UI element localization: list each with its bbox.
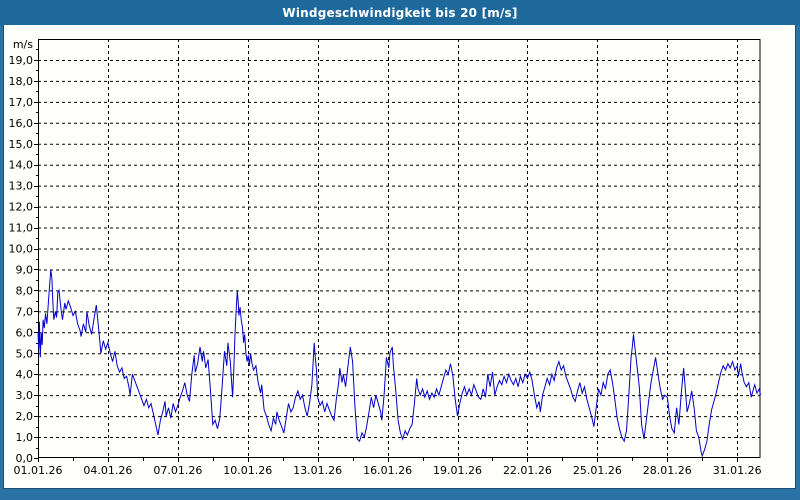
- x-tick-label: 22.01.26: [503, 464, 552, 477]
- y-tick-label: 7,0: [16, 305, 34, 318]
- y-tick-label: 15,0: [9, 138, 34, 151]
- y-tick-label: 4,0: [16, 368, 34, 381]
- wind-speed-series-line: [37, 269, 761, 458]
- y-tick-label: 5,0: [16, 347, 34, 360]
- x-tick-label: 28.01.26: [643, 464, 692, 477]
- y-tick-label: 17,0: [9, 96, 34, 109]
- y-axis-unit-label: m/s: [13, 38, 33, 51]
- y-tick-label: 3,0: [16, 389, 34, 402]
- y-tick-label: 2,0: [16, 410, 34, 423]
- y-tick-label: 18,0: [9, 75, 34, 88]
- x-tick-label: 04.01.26: [83, 464, 132, 477]
- x-tick-label: 16.01.26: [363, 464, 412, 477]
- axis-ticks: [34, 49, 738, 462]
- axis-labels: 0,01,02,03,04,05,06,07,08,09,010,011,012…: [9, 38, 762, 477]
- y-tick-label: 1,0: [16, 431, 34, 444]
- y-tick-label: 16,0: [9, 117, 34, 130]
- y-tick-label: 9,0: [16, 263, 34, 276]
- y-tick-label: 14,0: [9, 159, 34, 172]
- y-tick-label: 6,0: [16, 326, 34, 339]
- y-tick-label: 8,0: [16, 284, 34, 297]
- y-tick-label: 11,0: [9, 222, 34, 235]
- x-tick-label: 25.01.26: [573, 464, 622, 477]
- y-tick-label: 12,0: [9, 201, 34, 214]
- y-tick-label: 13,0: [9, 180, 34, 193]
- y-tick-label: 19,0: [9, 54, 34, 67]
- x-tick-label: 01.01.26: [14, 464, 63, 477]
- wind-speed-chart: 0,01,02,03,04,05,06,07,08,09,010,011,012…: [9, 38, 762, 477]
- gridlines: [38, 39, 761, 458]
- y-tick-label: 10,0: [9, 243, 34, 256]
- x-tick-label: 07.01.26: [153, 464, 202, 477]
- x-tick-label: 31.01.26: [713, 464, 762, 477]
- x-tick-label: 13.01.26: [293, 464, 342, 477]
- x-tick-label: 19.01.26: [433, 464, 482, 477]
- x-tick-label: 10.01.26: [223, 464, 272, 477]
- wind-chart-page: { "window": { "title": "Windgeschwindigk…: [0, 0, 800, 500]
